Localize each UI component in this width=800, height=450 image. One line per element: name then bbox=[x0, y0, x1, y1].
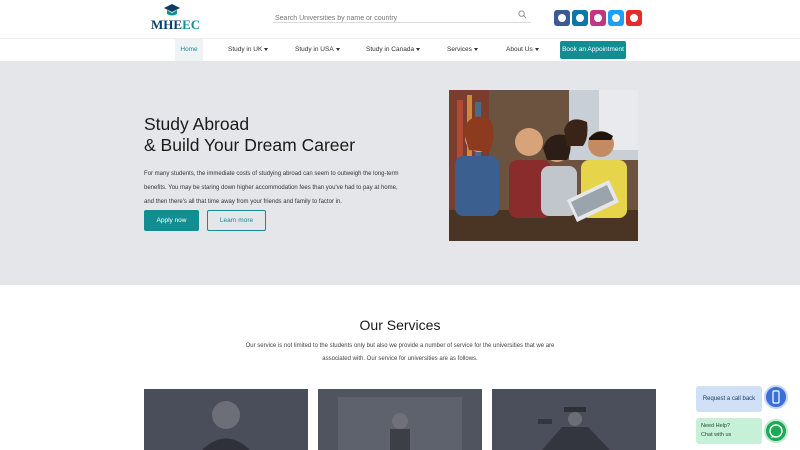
chevron-down-icon bbox=[264, 47, 269, 51]
logo-text: MHEEC bbox=[151, 17, 201, 32]
hero-students-photo bbox=[449, 90, 638, 241]
chat-help-label[interactable]: Need Help? Chat with us bbox=[696, 418, 762, 444]
nav-item-study-in-usa[interactable]: Study in USA bbox=[295, 39, 340, 62]
request-callback-label[interactable]: Request a call back bbox=[696, 386, 762, 412]
nav-item-services[interactable]: Services bbox=[447, 39, 478, 62]
whatsapp-icon[interactable] bbox=[764, 419, 788, 443]
nav-item-about-us[interactable]: About Us bbox=[506, 39, 539, 62]
service-card[interactable] bbox=[318, 389, 482, 450]
chevron-down-icon bbox=[473, 47, 478, 51]
chevron-down-icon bbox=[416, 47, 421, 51]
nav-item-study-in-uk[interactable]: Study in UK bbox=[228, 39, 269, 62]
twitter-icon[interactable] bbox=[608, 10, 624, 26]
nav-item-study-in-canada[interactable]: Study in Canada bbox=[366, 39, 421, 62]
social-links bbox=[554, 10, 642, 26]
search-input[interactable] bbox=[273, 11, 509, 26]
book-appointment-button[interactable]: Book an Appointment bbox=[560, 41, 626, 59]
phone-icon[interactable] bbox=[764, 385, 788, 409]
services-title: Our Services bbox=[359, 317, 441, 333]
site-logo[interactable]: MHEEC bbox=[151, 4, 200, 34]
apply-now-button[interactable]: Apply now bbox=[144, 210, 199, 231]
hero-title: Study Abroad & Build Your Dream Career bbox=[144, 114, 356, 155]
top-header: MHEEC bbox=[0, 0, 800, 38]
search-icon[interactable] bbox=[518, 10, 527, 19]
services-description: Our service is not limited to the studen… bbox=[245, 343, 555, 362]
service-card[interactable] bbox=[144, 389, 308, 450]
service-card[interactable] bbox=[492, 389, 656, 450]
hero-description: For many students, the immediate costs o… bbox=[144, 171, 399, 205]
nav-item-home[interactable]: Home bbox=[175, 39, 203, 62]
search-bar bbox=[273, 7, 531, 26]
linkedin-icon[interactable] bbox=[572, 10, 588, 26]
logo-graduation-icon bbox=[164, 4, 180, 16]
youtube-icon[interactable] bbox=[626, 10, 642, 26]
chevron-down-icon bbox=[534, 47, 539, 51]
main-nav: Home Study in UK Study in USA Study in C… bbox=[0, 38, 800, 62]
instagram-icon[interactable] bbox=[590, 10, 606, 26]
chevron-down-icon bbox=[335, 47, 340, 51]
facebook-icon[interactable] bbox=[554, 10, 570, 26]
learn-more-button[interactable]: Learn more bbox=[207, 210, 266, 231]
hero-section: Study Abroad & Build Your Dream Career F… bbox=[0, 61, 800, 285]
